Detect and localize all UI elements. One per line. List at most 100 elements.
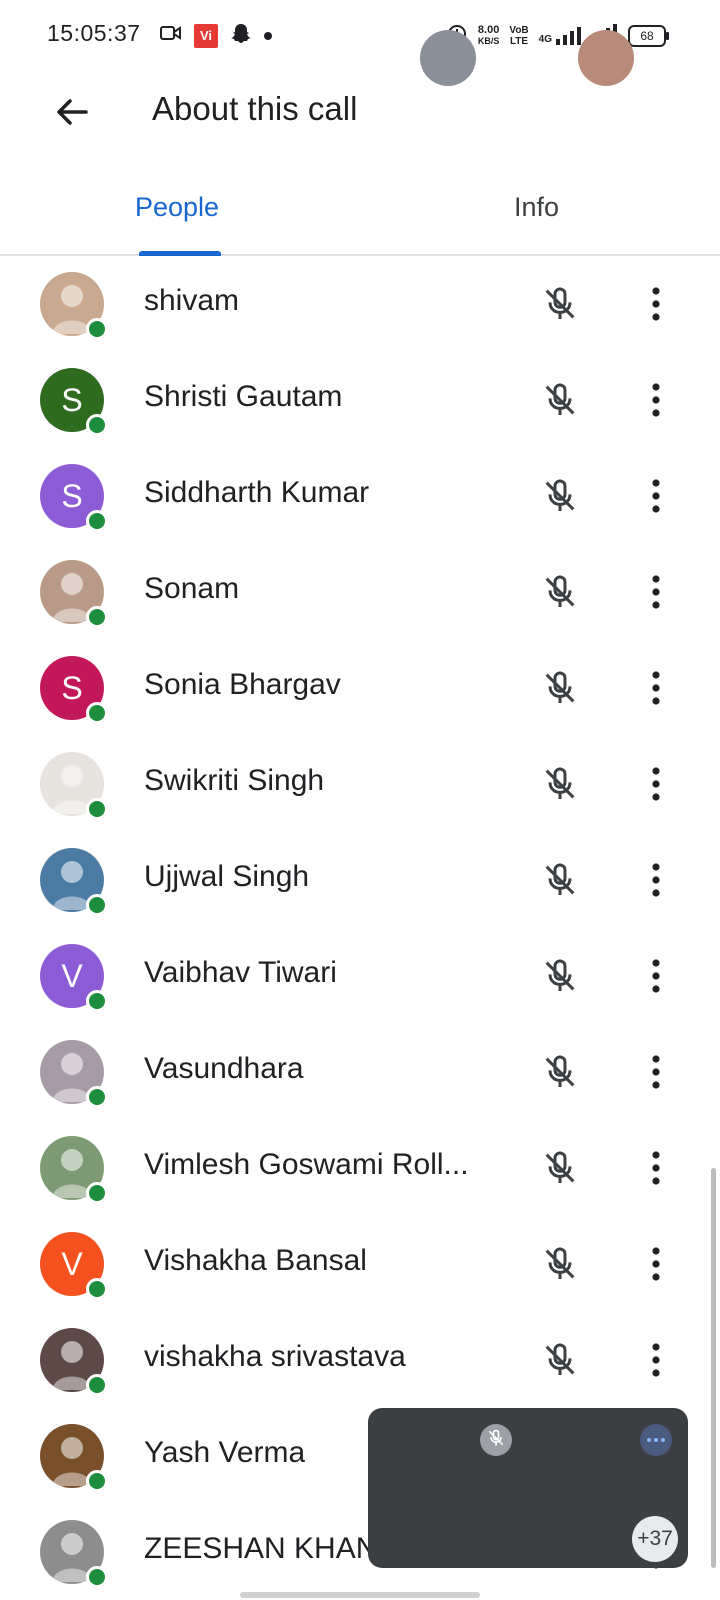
more-horiz-icon xyxy=(646,1431,666,1449)
participant-name: Vaibhav Tiwari xyxy=(144,956,337,989)
participant-name: ZEESHAN KHAN xyxy=(144,1532,378,1565)
mic-off-icon[interactable] xyxy=(536,952,584,1000)
more-vert-icon[interactable] xyxy=(634,376,678,424)
mic-off-icon xyxy=(486,1428,506,1453)
tab-people[interactable]: People xyxy=(135,192,219,223)
participant-row[interactable]: S Shristi Gautam xyxy=(0,352,720,448)
more-vert-icon[interactable] xyxy=(634,472,678,520)
more-vert-icon[interactable] xyxy=(634,952,678,1000)
more-vert-icon[interactable] xyxy=(634,856,678,904)
preview-speaking-badge xyxy=(640,1424,672,1456)
participant-name: vishakha srivastava xyxy=(144,1340,406,1373)
online-status-dot xyxy=(86,1278,108,1300)
participant-row[interactable]: V Vishakha Bansal xyxy=(0,1216,720,1312)
page-title: About this call xyxy=(152,90,358,127)
participant-name: Ujjwal Singh xyxy=(144,860,310,893)
participant-name: Swikriti Singh xyxy=(144,764,325,797)
avatar: V xyxy=(40,1232,108,1300)
avatar xyxy=(40,1520,108,1588)
mic-off-icon[interactable] xyxy=(536,760,584,808)
participant-row[interactable]: shivam xyxy=(0,256,720,352)
participant-name: Sonam xyxy=(144,572,240,605)
participant-row[interactable]: Swikriti Singh xyxy=(0,736,720,832)
avatar xyxy=(40,1136,108,1204)
more-vert-icon[interactable] xyxy=(634,1240,678,1288)
more-vert-icon[interactable] xyxy=(634,760,678,808)
online-status-dot xyxy=(86,798,108,820)
preview-tile-you[interactable]: You xyxy=(388,30,508,127)
avatar-initial: S xyxy=(61,477,83,514)
avatar xyxy=(40,752,108,820)
participant-row[interactable]: Sonam xyxy=(0,544,720,640)
more-vert-icon[interactable] xyxy=(634,568,678,616)
more-vert-icon[interactable] xyxy=(634,280,678,328)
more-vert-icon[interactable] xyxy=(634,1144,678,1192)
avatar xyxy=(40,848,108,916)
mic-off-icon[interactable] xyxy=(536,1048,584,1096)
back-button[interactable] xyxy=(48,90,96,138)
avatar-initial: S xyxy=(61,669,83,706)
preview-label-ankita: Ankita xyxy=(574,100,638,126)
more-participants-badge[interactable]: +37 xyxy=(632,1516,678,1562)
avatar: V xyxy=(40,944,108,1012)
mic-off-icon[interactable] xyxy=(536,376,584,424)
avatar-initial: V xyxy=(61,1245,83,1282)
online-status-dot xyxy=(86,1086,108,1108)
mic-off-icon[interactable] xyxy=(536,1336,584,1384)
more-vert-icon[interactable] xyxy=(634,1048,678,1096)
mic-off-icon[interactable] xyxy=(536,568,584,616)
more-vert-icon[interactable] xyxy=(634,1336,678,1384)
participant-name: Vimlesh Goswami Roll... xyxy=(144,1148,469,1181)
avatar-initial: V xyxy=(61,957,83,994)
tab-info[interactable]: Info xyxy=(514,192,559,223)
navigation-handle[interactable] xyxy=(240,1592,480,1598)
participant-list: shivam S Shristi Gautam S Siddharth Kumar Son… xyxy=(0,256,720,1600)
arrow-back-icon xyxy=(54,94,90,135)
status-left-icons: Vi xyxy=(160,22,272,49)
online-status-dot xyxy=(86,1566,108,1588)
mic-off-icon[interactable] xyxy=(536,856,584,904)
online-status-dot xyxy=(86,702,108,724)
online-status-dot xyxy=(86,510,108,532)
snapchat-icon xyxy=(230,22,252,49)
participant-row[interactable]: Vimlesh Goswami Roll... xyxy=(0,1120,720,1216)
participant-row[interactable]: S Siddharth Kumar xyxy=(0,448,720,544)
avatar xyxy=(40,272,108,340)
avatar: S xyxy=(40,656,108,724)
participant-row[interactable]: Vasundhara xyxy=(0,1024,720,1120)
participant-name: Vishakha Bansal xyxy=(144,1244,367,1277)
mic-off-icon[interactable] xyxy=(536,280,584,328)
avatar xyxy=(40,1328,108,1396)
participant-row[interactable]: V Vaibhav Tiwari xyxy=(0,928,720,1024)
mic-off-icon[interactable] xyxy=(536,1144,584,1192)
preview-tile-ankita[interactable]: Ankita xyxy=(546,30,666,127)
preview-mic-off-badge xyxy=(480,1424,512,1456)
participant-name: Sonia Bhargav xyxy=(144,668,341,701)
mic-off-icon[interactable] xyxy=(536,472,584,520)
participant-row[interactable]: Ujjwal Singh xyxy=(0,832,720,928)
participant-row[interactable]: vishakha srivastava xyxy=(0,1312,720,1408)
mic-off-icon[interactable] xyxy=(536,1240,584,1288)
avatar xyxy=(40,560,108,628)
online-status-dot xyxy=(86,1470,108,1492)
participant-name: Shristi Gautam xyxy=(144,380,343,413)
avatar xyxy=(578,30,634,86)
preview-label-you: You xyxy=(428,100,468,126)
online-status-dot xyxy=(86,606,108,628)
avatar: S xyxy=(40,464,108,532)
video-camera-icon xyxy=(160,24,182,47)
notification-dot xyxy=(264,31,272,40)
mic-off-icon[interactable] xyxy=(536,664,584,712)
participant-name: Siddharth Kumar xyxy=(144,476,370,509)
avatar xyxy=(420,30,476,86)
status-time: 15:05:37 xyxy=(47,20,141,46)
more-vert-icon[interactable] xyxy=(634,664,678,712)
vi-app-icon: Vi xyxy=(194,23,218,48)
participant-row[interactable]: S Sonia Bhargav xyxy=(0,640,720,736)
avatar xyxy=(40,1040,108,1108)
online-status-dot xyxy=(86,1182,108,1204)
participant-name: Vasundhara xyxy=(144,1052,304,1085)
volte-indicator: VoB LTE xyxy=(509,24,529,47)
scrollbar[interactable] xyxy=(711,1168,716,1568)
participant-name: shivam xyxy=(144,284,240,317)
